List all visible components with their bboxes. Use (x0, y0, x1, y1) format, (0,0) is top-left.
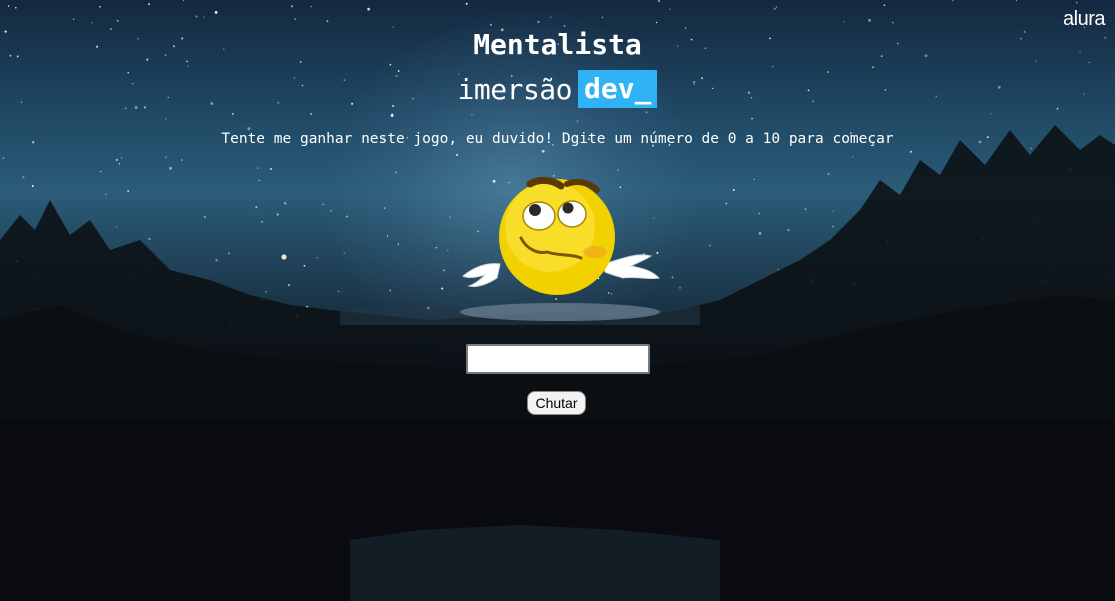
imersao-dev-logo: imersão dev_ (0, 70, 1115, 108)
guess-number-input[interactable] (466, 344, 650, 374)
brand-highlight-text: dev_ (578, 70, 658, 108)
guess-button[interactable]: Chutar (527, 391, 586, 415)
page: alura Mentalista imersão dev_ Tente me g… (0, 0, 1115, 601)
page-title: Mentalista (473, 28, 642, 61)
thinking-emoji-shrug-icon (460, 176, 661, 321)
brand-light-text: imersão (457, 72, 573, 106)
instructions-text: Tente me ganhar neste jogo, eu duvido! D… (221, 131, 894, 147)
